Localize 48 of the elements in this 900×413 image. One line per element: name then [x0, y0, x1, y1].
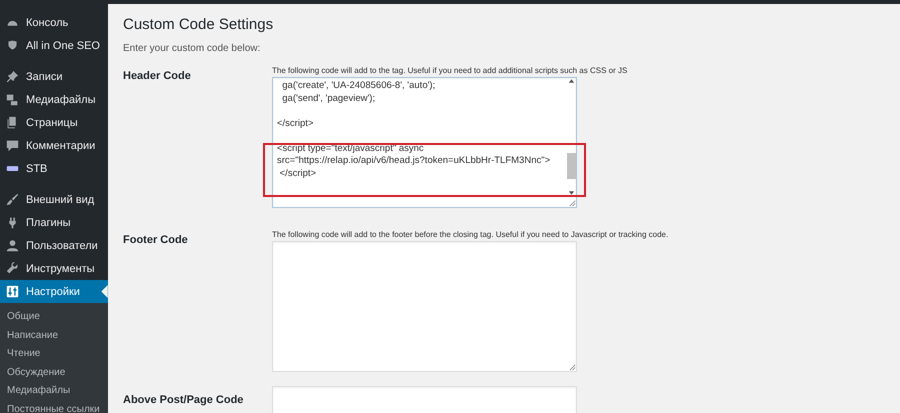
- comment-icon: [6, 139, 19, 152]
- brush-icon: [6, 193, 19, 206]
- code-line: <script type="text/javascript" async: [277, 142, 424, 154]
- code-line: </script>: [278, 168, 316, 178]
- scroll-up-icon[interactable]: [568, 78, 574, 84]
- field-label: Above Post/Page Code: [123, 393, 244, 408]
- shield-icon: [6, 39, 19, 52]
- scrollbar[interactable]: [566, 78, 576, 196]
- sidebar-item[interactable]: Пользователи: [0, 234, 108, 257]
- resize-grip-icon[interactable]: [569, 200, 576, 207]
- scroll-down-icon[interactable]: [568, 190, 574, 196]
- sidebar-item[interactable]: Медиафайлы: [0, 88, 108, 111]
- sidebar-item[interactable]: STB: [0, 157, 108, 180]
- field-label: Header Code: [123, 69, 192, 84]
- page-title: Custom Code Settings: [123, 16, 274, 33]
- code-field[interactable]: [272, 241, 577, 372]
- intro-text: Enter your custom code below:: [123, 43, 262, 54]
- code-line: </script>: [277, 118, 314, 128]
- pages-icon: [6, 116, 19, 129]
- sidebar-item[interactable]: Внешний вид: [0, 188, 108, 211]
- wrench-icon: [6, 262, 19, 275]
- sidebar-item[interactable]: Настройки: [0, 280, 108, 303]
- resize-grip-icon[interactable]: [569, 364, 576, 371]
- code-line: src="https://relap.io/api/v6/head.js?token=uKLbbHr-TLFM3Nnc">: [277, 155, 550, 166]
- sidebar-item[interactable]: Страницы: [0, 111, 108, 134]
- sidebar-item[interactable]: Плагины: [0, 211, 108, 234]
- sidebar-item[interactable]: Записи: [0, 65, 108, 88]
- sidebar-item[interactable]: Инструменты: [0, 257, 108, 280]
- submenu-item[interactable]: Написание: [0, 326, 108, 346]
- code-field[interactable]: ga('create', 'UA-24085606-8', 'auto'); ga('send', 'pageview'); </script> <script type="text/javascript" async src="https://relap.io/api/v6/head.js?token=uKLbbHr-TLFM3Nnc"> </script>: [272, 77, 577, 208]
- sidebar-item[interactable]: Консоль: [0, 11, 108, 34]
- pin-icon: [6, 70, 19, 83]
- sliders-icon: [6, 285, 19, 298]
- sidebar-item[interactable]: Комментарии: [0, 134, 108, 157]
- user-icon: [6, 239, 19, 252]
- submenu-item[interactable]: Обсуждение: [0, 364, 108, 382]
- field-description: The following code will add to the tag. Useful if you need to add additional scripts such as CSS or JS: [272, 66, 628, 75]
- submenu-item[interactable]: Медиафайлы: [0, 382, 108, 401]
- sidebar-item[interactable]: All in One SEO: [0, 34, 108, 57]
- submenu-item[interactable]: Постоянные ссылки: [0, 400, 108, 413]
- submenu-item[interactable]: Чтение: [0, 345, 108, 364]
- field-description: The following code will add to the footer before the closing tag. Useful if you need to Javascript or tracking code.: [272, 230, 668, 239]
- menu-pointer-icon: [101, 285, 108, 298]
- media-icon: [6, 93, 19, 106]
- submenu-item[interactable]: Общие: [0, 308, 108, 327]
- code-line: ga('create', 'UA-24085606-8', 'auto');: [281, 80, 436, 91]
- field-label: Footer Code: [123, 233, 189, 248]
- code-line: ga('send', 'pageview');: [281, 92, 376, 104]
